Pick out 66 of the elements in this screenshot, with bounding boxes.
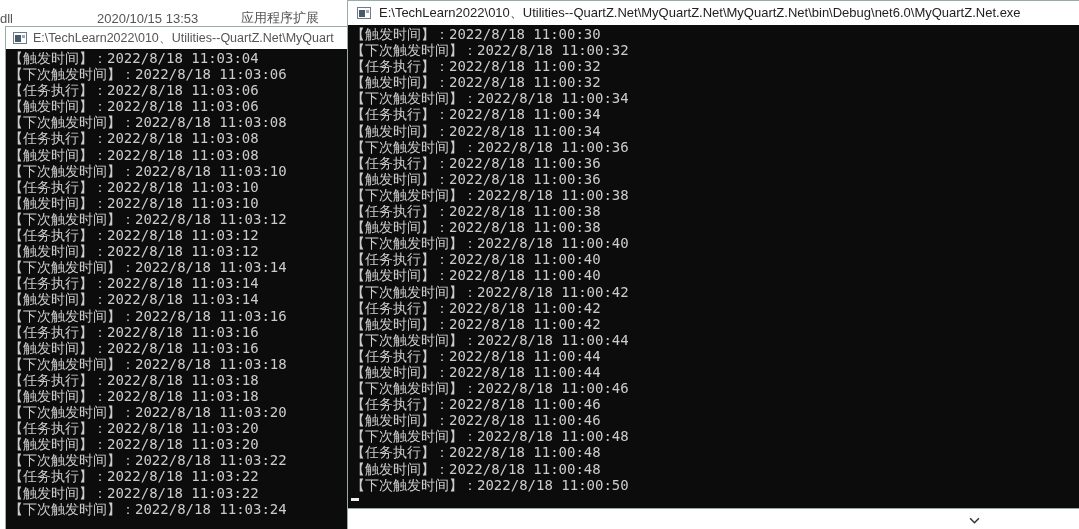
console-line: 【下次触发时间】：2022/8/18 11:03:14	[9, 259, 287, 276]
console-line: 【任务执行】：2022/8/18 11:03:12	[9, 227, 259, 244]
console-line: 【任务执行】：2022/8/18 11:00:44	[351, 347, 601, 364]
console-line: 【触发时间】：2022/8/18 11:03:20	[9, 436, 259, 453]
console-line: 【下次触发时间】：2022/8/18 11:03:10	[9, 162, 287, 179]
console-line: 【下次触发时间】：2022/8/18 11:00:48	[351, 428, 629, 445]
console-line: 【下次触发时间】：2022/8/18 11:00:38	[351, 186, 629, 204]
console-line: 【触发时间】：2022/8/18 11:00:38	[351, 219, 601, 236]
window-title: E:\TechLearn2022\010、Utilities--QuartZ.Net\MyQuartZ.Net\MyQuartZ.Net\bin\Debug\net6.0\MyQuartZ.Net.exe	[379, 4, 1021, 22]
console-line: 【任务执行】：2022/8/18 11:00:38	[351, 203, 601, 220]
console-line: 【下次触发时间】：2022/8/18 11:03:20	[9, 404, 287, 421]
console-line: 【任务执行】：2022/8/18 11:03:18	[9, 371, 259, 388]
console-line: 【下次触发时间】：2022/8/18 11:03:08	[9, 114, 287, 131]
console-line: 【任务执行】：2022/8/18 11:00:34	[351, 106, 601, 123]
file-type: 应用程序扩展	[241, 9, 319, 27]
console-line: 【触发时间】：2022/8/18 11:00:30	[351, 26, 601, 43]
console-line: 【下次触发时间】：2022/8/18 11:00:32	[351, 42, 629, 59]
console-line: 【触发时间】：2022/8/18 11:03:14	[9, 291, 259, 308]
console-line: 【触发时间】：2022/8/18 11:03:22	[9, 484, 259, 501]
console-line: 【任务执行】：2022/8/18 11:00:46	[351, 396, 601, 413]
console-line: 【触发时间】：2022/8/18 11:00:44	[351, 363, 601, 381]
console-line: 【触发时间】：2022/8/18 11:00:40	[351, 267, 601, 284]
console-line: 【下次触发时间】：2022/8/18 11:00:34	[351, 90, 629, 107]
console-line: 【下次触发时间】：2022/8/18 11:00:40	[351, 235, 629, 252]
console-line: 【触发时间】：2022/8/18 11:00:36	[351, 170, 601, 187]
console-line: 【触发时间】：2022/8/18 11:03:08	[9, 146, 259, 163]
file-date: 2020/10/15 13:53	[97, 10, 200, 26]
console-line: 【触发时间】：2022/8/18 11:00:34	[351, 122, 601, 139]
console-line: 【下次触发时间】：2022/8/18 11:03:16	[9, 307, 287, 324]
console-line: 【下次触发时间】：2022/8/18 11:00:46	[351, 380, 629, 397]
console-line: 【触发时间】：2022/8/18 11:03:10	[9, 194, 259, 211]
console-line: 【下次触发时间】：2022/8/18 11:00:44	[351, 331, 629, 348]
console-line: 【任务执行】：2022/8/18 11:00:48	[351, 444, 601, 461]
console-line: 【触发时间】：2022/8/18 11:03:04	[9, 50, 259, 67]
console-line: 【下次触发时间】：2022/8/18 11:00:36	[351, 138, 629, 155]
console-line: 【下次触发时间】：2022/8/18 11:00:42	[351, 283, 629, 300]
console-line: 【触发时间】：2022/8/18 11:00:48	[351, 460, 601, 477]
console-line: 【下次触发时间】：2022/8/18 11:03:22	[9, 452, 287, 469]
console-line: 【下次触发时间】：2022/8/18 11:00:50	[351, 476, 629, 493]
console-line: 【下次触发时间】：2022/8/18 11:03:24	[9, 500, 287, 517]
console-line: 【任务执行】：2022/8/18 11:03:16	[9, 323, 259, 340]
console-line: 【任务执行】：2022/8/18 11:03:20	[9, 420, 259, 437]
console-line: 【任务执行】：2022/8/18 11:00:42	[351, 299, 601, 316]
console-line: 【触发时间】：2022/8/18 11:00:42	[351, 315, 601, 332]
console-line: 【任务执行】：2022/8/18 11:00:36	[351, 154, 601, 171]
console-line: 【触发时间】：2022/8/18 11:00:32	[351, 74, 601, 91]
console-line: 【任务执行】：2022/8/18 11:03:06	[9, 82, 259, 99]
console-line: 【任务执行】：2022/8/18 11:03:08	[9, 130, 259, 147]
console-line: 【任务执行】：2022/8/18 11:03:10	[9, 178, 259, 195]
console-line: 【触发时间】：2022/8/18 11:00:46	[351, 412, 601, 429]
console-line: 【触发时间】：2022/8/18 11:03:06	[9, 98, 259, 115]
console-line: 【下次触发时间】：2022/8/18 11:03:06	[9, 66, 287, 83]
console-line: 【触发时间】：2022/8/18 11:03:12	[9, 243, 259, 260]
console-line: 【触发时间】：2022/8/18 11:03:18	[9, 387, 259, 405]
console-line: 【任务执行】：2022/8/18 11:03:22	[9, 468, 259, 485]
window-title: E:\TechLearn2022\010、Utilities--QuartZ.Net\MyQuart	[33, 29, 334, 47]
chevron-down-icon[interactable]	[969, 516, 980, 525]
console-line: 【触发时间】：2022/8/18 11:03:16	[9, 339, 259, 356]
console-line: 【任务执行】：2022/8/18 11:03:14	[9, 275, 259, 292]
console-line: 【下次触发时间】：2022/8/18 11:03:12	[9, 210, 287, 228]
file-name: dll	[0, 10, 14, 26]
console-line: 【任务执行】：2022/8/18 11:00:40	[351, 251, 601, 268]
console-icon	[357, 7, 371, 19]
console-line: 【任务执行】：2022/8/18 11:00:32	[351, 58, 601, 75]
console-line: 【下次触发时间】：2022/8/18 11:03:18	[9, 355, 287, 372]
console-icon	[13, 32, 27, 44]
